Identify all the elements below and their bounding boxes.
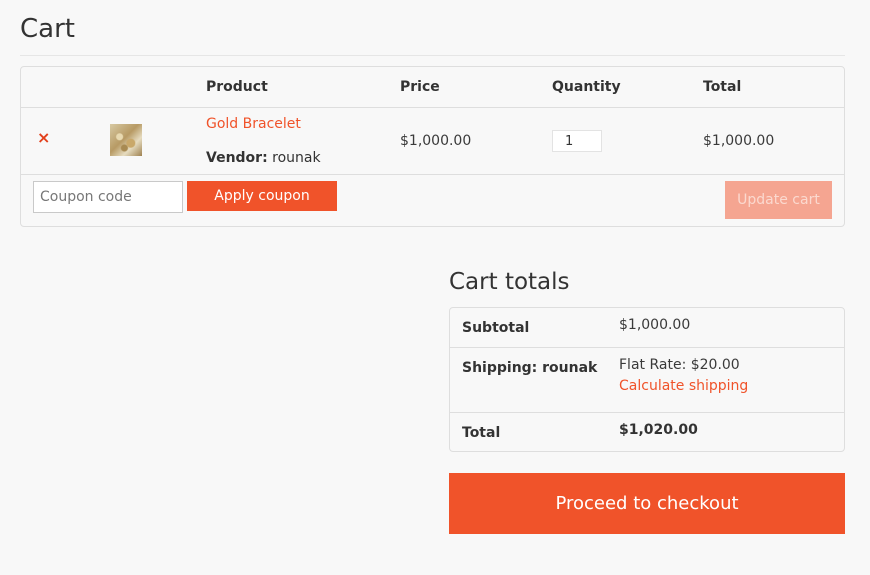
subtotal-row: Subtotal $1,000.00 xyxy=(450,308,844,348)
cart-page: Cart Product Price Quantity Total × Gold… xyxy=(0,0,870,575)
product-name-link[interactable]: Gold Bracelet xyxy=(206,116,301,132)
order-total-value: $1,020.00 xyxy=(619,422,698,438)
column-header-quantity: Quantity xyxy=(552,79,621,95)
order-total-row: Total $1,020.00 xyxy=(450,413,844,451)
cart-totals-title: Cart totals xyxy=(449,269,570,295)
column-header-total: Total xyxy=(703,79,742,95)
shipping-value: Flat Rate: $20.00 xyxy=(619,357,740,373)
cart-table: Product Price Quantity Total × Gold Brac… xyxy=(20,66,845,227)
vendor-name: rounak xyxy=(272,150,321,166)
cart-table-header: Product Price Quantity Total xyxy=(21,67,844,108)
remove-item-icon[interactable]: × xyxy=(37,130,50,146)
cart-item-row: × Gold Bracelet Vendor: rounak $1,000.00… xyxy=(21,108,844,175)
column-header-price: Price xyxy=(400,79,440,95)
vendor-label: Vendor: xyxy=(206,150,268,166)
product-vendor: Vendor: rounak xyxy=(206,150,321,166)
order-total-label: Total xyxy=(462,425,501,441)
item-total: $1,000.00 xyxy=(703,133,775,149)
coupon-code-input[interactable] xyxy=(33,181,183,213)
proceed-to-checkout-button[interactable]: Proceed to checkout xyxy=(449,473,845,534)
shipping-row: Shipping: rounak Flat Rate: $20.00 Calcu… xyxy=(450,348,844,413)
column-header-product: Product xyxy=(206,79,268,95)
product-thumbnail[interactable] xyxy=(110,124,142,156)
shipping-label: Shipping: rounak xyxy=(462,360,598,376)
page-title: Cart xyxy=(20,14,75,44)
cart-totals-table: Subtotal $1,000.00 Shipping: rounak Flat… xyxy=(449,307,845,452)
subtotal-value: $1,000.00 xyxy=(619,317,691,333)
item-price: $1,000.00 xyxy=(400,133,472,149)
apply-coupon-button[interactable]: Apply coupon xyxy=(187,181,337,211)
quantity-input[interactable] xyxy=(552,130,602,152)
update-cart-button[interactable]: Update cart xyxy=(725,181,832,219)
subtotal-label: Subtotal xyxy=(462,320,530,336)
title-divider xyxy=(20,55,845,56)
calculate-shipping-link[interactable]: Calculate shipping xyxy=(619,378,748,394)
